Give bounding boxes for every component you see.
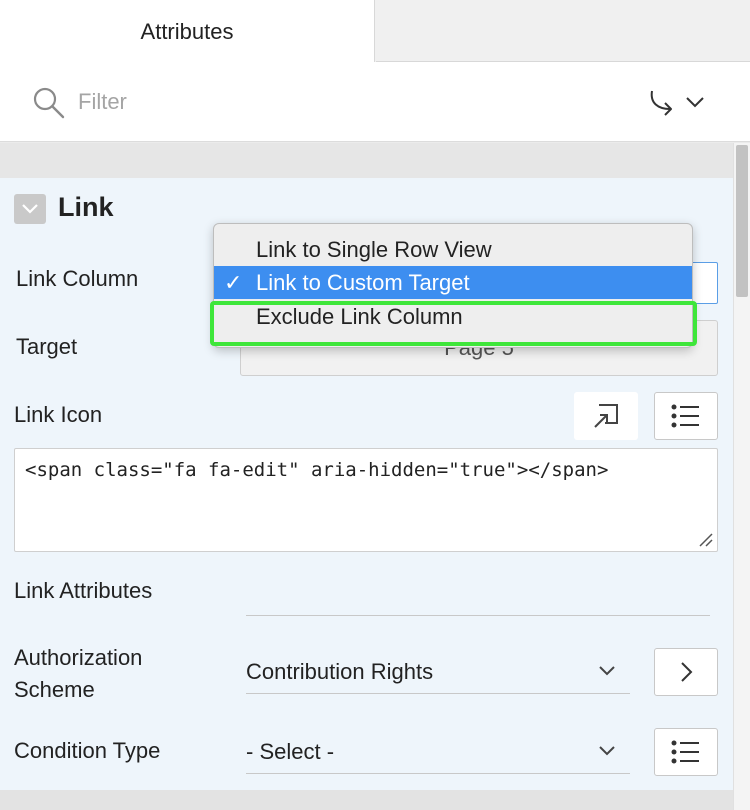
link-icon-label: Link Icon [14, 402, 103, 427]
authorization-scheme-label: Authorization Scheme [14, 645, 143, 702]
link-attributes-label: Link Attributes [14, 578, 153, 603]
authorization-scheme-select[interactable]: Contribution Rights [246, 650, 630, 694]
icon-picker-button[interactable] [574, 392, 638, 440]
filter-input[interactable] [78, 84, 558, 120]
collapse-chevron-icon [22, 204, 38, 214]
resize-grip-icon[interactable] [696, 530, 714, 548]
condition-type-select[interactable]: - Select - [246, 730, 630, 774]
list-icon [671, 740, 699, 764]
next-section-band [0, 790, 733, 810]
tab-attributes[interactable]: Attributes [0, 0, 375, 63]
condition-type-label: Condition Type [14, 738, 161, 763]
chevron-down-icon [599, 746, 615, 756]
search-icon [33, 87, 65, 119]
list-icon [671, 404, 699, 428]
menu-item-custom-target[interactable]: ✓ Link to Custom Target [214, 266, 692, 299]
scrollbar-thumb[interactable] [736, 145, 748, 297]
condition-list-button[interactable] [654, 728, 718, 776]
highlight-annotation [210, 301, 697, 346]
target-label: Target [16, 334, 78, 359]
menu-item-label: Link to Custom Target [256, 269, 470, 295]
go-to-icon [650, 90, 672, 116]
chevron-down-icon [599, 666, 615, 676]
go-to-group-button[interactable] [646, 84, 716, 120]
tab-empty [376, 0, 750, 62]
link-column-label: Link Column [16, 266, 139, 291]
link-icon-list-button[interactable] [654, 392, 718, 440]
chevron-right-icon [681, 662, 693, 682]
section-title: Link [58, 192, 114, 222]
tab-bar: Attributes [0, 0, 750, 63]
link-icon-textarea[interactable]: <span class="fa fa-edit" aria-hidden="tr… [14, 448, 718, 552]
filter-bar [0, 62, 750, 142]
collapse-section-button[interactable] [14, 194, 46, 224]
link-attributes-input[interactable] [246, 578, 710, 616]
go-to-authorization-button[interactable] [654, 648, 718, 696]
condition-type-value: - Select - [246, 738, 335, 764]
menu-item-single-row-view[interactable]: Link to Single Row View [214, 233, 692, 266]
icon-picker-icon [594, 404, 618, 428]
authorization-scheme-value: Contribution Rights [246, 658, 434, 684]
menu-item-label: Link to Single Row View [256, 236, 492, 262]
chevron-down-icon [686, 97, 704, 108]
tab-attributes-label: Attributes [140, 18, 234, 44]
section-separator [0, 143, 733, 178]
checkmark-icon: ✓ [224, 269, 243, 295]
